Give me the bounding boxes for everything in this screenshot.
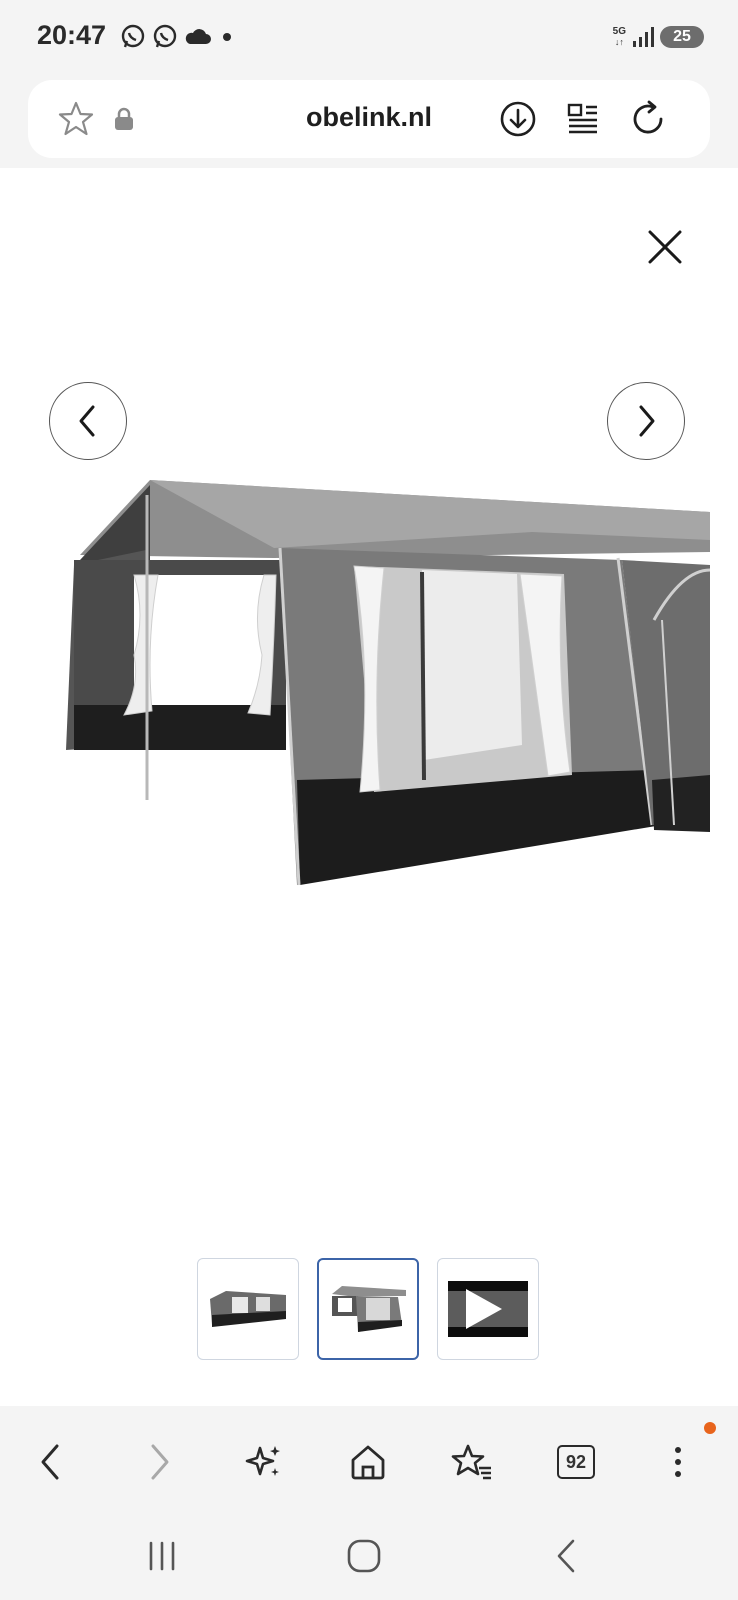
recents-icon[interactable] <box>142 1536 182 1576</box>
signal-icon <box>633 27 654 47</box>
whatsapp-icon <box>121 24 145 48</box>
product-image <box>66 480 710 886</box>
battery-icon: 25 <box>660 26 704 48</box>
tab-count: 92 <box>565 1451 587 1472</box>
status-bar: 20:47 5G ↓↑ 25 <box>0 0 738 78</box>
back-button[interactable] <box>22 1434 78 1490</box>
thumbnail-strip <box>197 1258 539 1360</box>
reader-mode-icon[interactable] <box>563 99 603 139</box>
home-circle-icon[interactable] <box>344 1536 384 1576</box>
bookmarks-button[interactable] <box>444 1434 500 1490</box>
next-image-button[interactable] <box>607 382 685 460</box>
reload-icon[interactable] <box>626 97 670 141</box>
thumbnail-image <box>332 1286 406 1332</box>
tabs-button[interactable]: 92 <box>548 1434 604 1490</box>
thumbnail-2[interactable] <box>317 1258 419 1360</box>
bookmarks-icon <box>451 1444 491 1480</box>
forward-button[interactable] <box>132 1434 188 1490</box>
url-domain[interactable]: obelink.nl <box>28 102 710 133</box>
dot-icon <box>223 33 231 41</box>
tabs-icon: 92 <box>557 1445 595 1479</box>
menu-icon <box>675 1447 681 1477</box>
thumbnail-image <box>210 1291 286 1327</box>
chevron-right-icon <box>639 405 655 437</box>
video-thumbnail <box>448 1281 528 1337</box>
chevron-left-icon <box>79 405 95 437</box>
system-navigation-bar <box>0 1516 738 1600</box>
ai-assistant-button[interactable] <box>236 1434 292 1490</box>
whatsapp-icon <box>153 24 177 48</box>
home-button[interactable] <box>340 1434 396 1490</box>
status-time: 20:47 <box>37 20 107 50</box>
status-notification-icons <box>120 22 236 52</box>
menu-button[interactable] <box>650 1434 706 1490</box>
battery-level: 25 <box>673 28 691 45</box>
home-icon <box>351 1445 385 1480</box>
back-icon <box>41 1444 59 1480</box>
back-icon[interactable] <box>546 1536 586 1576</box>
cloud-icon <box>185 29 211 44</box>
sparkle-icon <box>245 1446 280 1476</box>
status-system-icons: 5G ↓↑ 25 <box>613 22 704 52</box>
download-icon[interactable] <box>498 99 538 139</box>
5g-icon: 5G ↓↑ <box>612 26 626 48</box>
url-bar[interactable]: obelink.nl <box>28 80 710 158</box>
browser-toolbar: 92 <box>0 1406 738 1516</box>
close-icon[interactable] <box>640 222 690 272</box>
thumbnail-3-video[interactable] <box>437 1258 539 1360</box>
menu-notification-dot <box>704 1422 716 1434</box>
thumbnail-1[interactable] <box>197 1258 299 1360</box>
forward-icon <box>151 1444 169 1480</box>
network-type: 5G <box>612 26 626 37</box>
prev-image-button[interactable] <box>49 382 127 460</box>
